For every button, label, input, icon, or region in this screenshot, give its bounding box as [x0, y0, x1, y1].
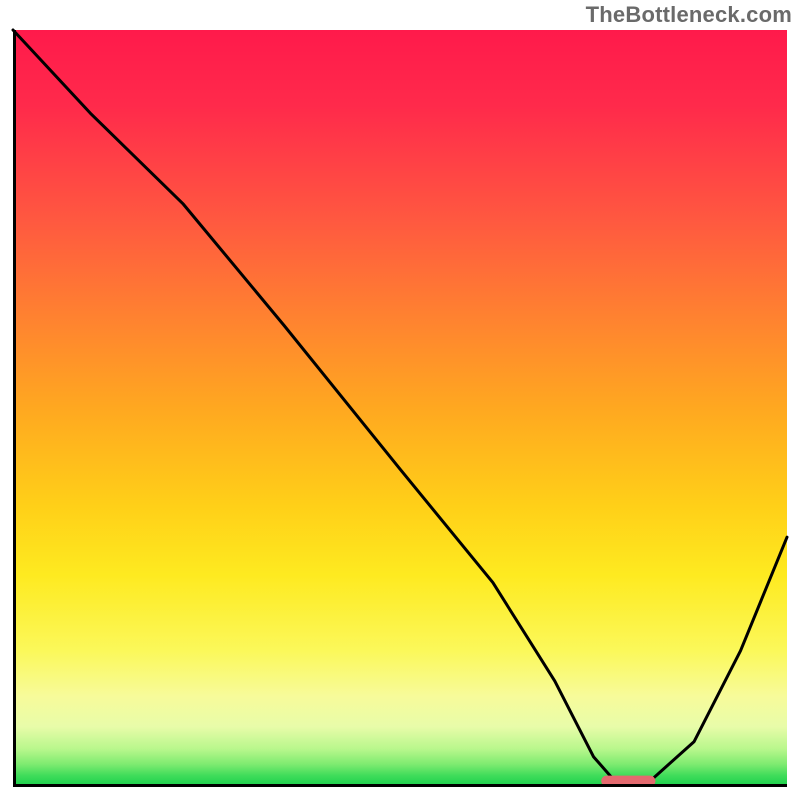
chart-container: TheBottleneck.com: [0, 0, 800, 800]
plot-area: [13, 30, 787, 787]
gradient-background: [13, 30, 787, 787]
watermark-text: TheBottleneck.com: [586, 2, 792, 28]
